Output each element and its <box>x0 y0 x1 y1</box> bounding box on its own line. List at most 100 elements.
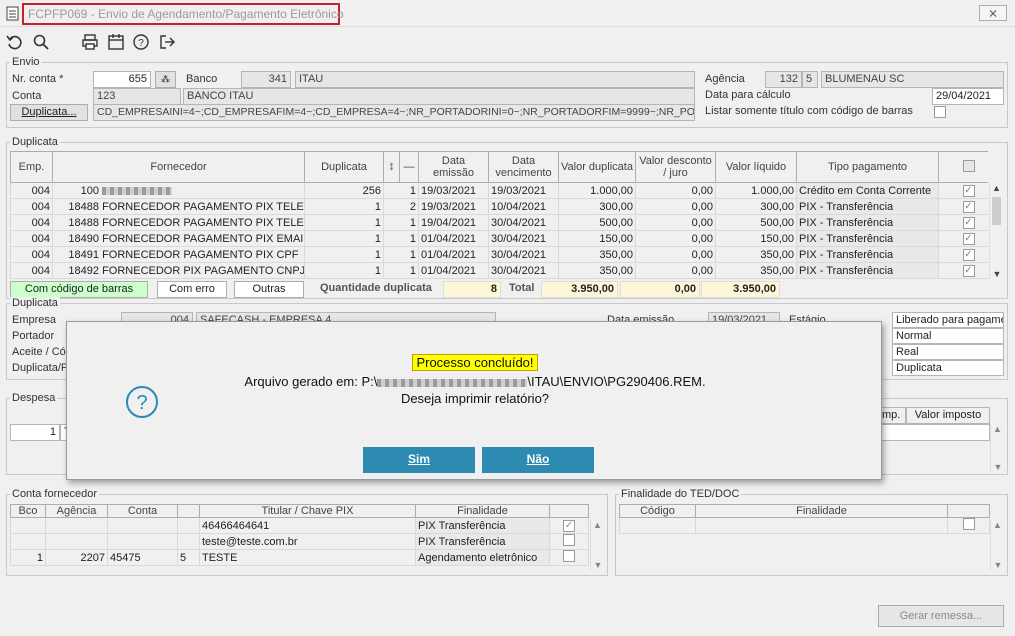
cell-check[interactable]: ✓ <box>938 262 988 279</box>
cell-check[interactable] <box>947 517 990 534</box>
cell-check[interactable]: ✓ <box>549 517 589 534</box>
table-row[interactable]: 1 2207 45475 5 TESTE Agendamento eletrôn… <box>10 549 589 566</box>
cell-valor: 350,00 <box>558 246 636 263</box>
scroll-down-icon[interactable]: ▼ <box>991 560 1005 570</box>
no-button[interactable]: Não <box>482 447 594 473</box>
row-checkbox[interactable]: ✓ <box>962 249 975 261</box>
table-row[interactable]: teste@teste.com.br PIX Transferência <box>10 533 589 550</box>
row-checkbox[interactable] <box>962 518 975 530</box>
cell-forn-nome: FORNECEDOR PAGAMENTO PIX EMAIL <box>102 232 305 245</box>
help-icon[interactable]: ? <box>131 32 151 52</box>
row-checkbox[interactable]: ✓ <box>962 217 975 229</box>
search-icon[interactable] <box>31 32 51 52</box>
col-codigo[interactable]: Código <box>619 504 696 518</box>
row-checkbox[interactable]: ✓ <box>962 233 975 245</box>
table-row[interactable]: 46466464641 PIX Transferência ✓ <box>10 517 589 534</box>
gerar-remessa-button[interactable]: Gerar remessa... <box>878 605 1004 627</box>
nr-conta-lookup-button[interactable]: ⁂ <box>155 71 176 88</box>
print-icon[interactable] <box>80 32 100 52</box>
scroll-up-icon[interactable]: ▲ <box>990 183 1003 193</box>
scroll-down-icon[interactable]: ▼ <box>991 462 1005 472</box>
cell-check[interactable]: ✓ <box>938 182 988 199</box>
col-fornecedor[interactable]: Fornecedor <box>52 151 305 183</box>
duplicata-filter-button[interactable]: Duplicata... <box>10 104 88 121</box>
cell-valor: 150,00 <box>558 230 636 247</box>
cell-parcela: 1 <box>383 182 419 199</box>
col-conta[interactable]: Conta <box>107 504 178 518</box>
table-row[interactable]: 004 18488 FORNECEDOR PAGAMENTO PIX TELEF… <box>10 198 988 215</box>
scroll-up-icon[interactable]: ▲ <box>991 520 1004 530</box>
col-bco[interactable]: Bco <box>10 504 46 518</box>
table-row[interactable] <box>619 517 990 534</box>
cell-emp: 004 <box>10 246 53 263</box>
col-duplicata[interactable]: Duplicata <box>304 151 384 183</box>
duplicata-detail-legend: Duplicata <box>10 297 60 309</box>
col-tipo-pagamento[interactable]: Tipo pagamento <box>796 151 939 183</box>
cell-digito <box>177 533 200 550</box>
close-button[interactable]: ⨯ <box>979 5 1007 21</box>
scroll-up-icon[interactable]: ▲ <box>591 520 604 530</box>
col-sort-icon[interactable]: ⁑ <box>383 151 400 183</box>
row-checkbox[interactable]: ✓ <box>962 201 975 213</box>
conta-scrollbar[interactable]: ▲ ▼ <box>590 520 604 570</box>
portador-label: Portador <box>12 330 55 342</box>
cell-check[interactable] <box>549 533 589 550</box>
col-check[interactable] <box>947 504 990 518</box>
cell-check[interactable]: ✓ <box>938 246 988 263</box>
listar-checkbox[interactable] <box>934 106 946 118</box>
row-checkbox[interactable]: ✓ <box>962 185 975 197</box>
col-data-vencimento[interactable]: Data vencimento <box>488 151 559 183</box>
scroll-thumb[interactable] <box>992 197 1001 225</box>
col-finalidade[interactable]: Finalidade <box>415 504 550 518</box>
table-row[interactable]: 004 100 256 1 19/03/2021 19/03/2021 1.00… <box>10 182 988 199</box>
col-check[interactable] <box>549 504 589 518</box>
col-agencia[interactable]: Agência <box>45 504 108 518</box>
scroll-down-icon[interactable]: ▼ <box>591 560 605 570</box>
conta-fornecedor-grid[interactable]: Bco Agência Conta Titular / Chave PIX Fi… <box>10 504 589 566</box>
conta-label: Conta <box>12 90 42 102</box>
col-data-emissao[interactable]: Data emissão <box>418 151 489 183</box>
cell-liquido: 300,00 <box>715 198 797 215</box>
cell-check[interactable] <box>549 549 589 566</box>
col-finalidade[interactable]: Finalidade <box>695 504 948 518</box>
grid-scrollbar[interactable]: ▲ ▼ <box>989 183 1003 279</box>
cell-cod: 18491 <box>68 248 99 261</box>
col-valor-desconto[interactable]: Valor desconto / juro <box>635 151 716 183</box>
cell-check[interactable]: ✓ <box>938 198 988 215</box>
col-parcela[interactable]: — <box>399 151 419 183</box>
exit-icon[interactable] <box>157 32 177 52</box>
cell-check[interactable]: ✓ <box>938 230 988 247</box>
duplicata-grid[interactable]: Emp. Fornecedor Duplicata ⁑ — Data emiss… <box>10 151 988 281</box>
undo-icon[interactable] <box>5 32 25 52</box>
col-valor-liquido[interactable]: Valor líquido <box>715 151 797 183</box>
cell-bco <box>10 517 46 534</box>
col-select-all[interactable] <box>938 151 988 183</box>
col-emp[interactable]: Emp. <box>10 151 53 183</box>
row-checkbox[interactable]: ✓ <box>962 265 975 277</box>
despesa-scrollbar[interactable]: ▲ ▼ <box>990 424 1004 472</box>
row-checkbox[interactable] <box>563 534 575 546</box>
nr-conta-input[interactable]: 655 <box>93 71 151 88</box>
ted-scrollbar[interactable]: ▲ ▼ <box>990 520 1004 570</box>
table-row[interactable]: 004 18490 FORNECEDOR PAGAMENTO PIX EMAIL… <box>10 230 988 247</box>
despesa-imp-header[interactable]: mp. <box>878 407 906 424</box>
finalidade-ted-grid[interactable]: Código Finalidade <box>619 504 990 534</box>
cell-check[interactable]: ✓ <box>938 214 988 231</box>
table-row[interactable]: 004 18491 FORNECEDOR PAGAMENTO PIX CPF 1… <box>10 246 988 263</box>
cell-emp: 004 <box>10 182 53 199</box>
col-titular[interactable]: Titular / Chave PIX <box>199 504 416 518</box>
select-all-checkbox[interactable] <box>962 159 975 172</box>
table-row[interactable]: 004 18488 FORNECEDOR PAGAMENTO PIX TELEF… <box>10 214 988 231</box>
calendar-icon[interactable] <box>106 32 126 52</box>
data-calculo-input[interactable]: 29/04/2021 <box>932 88 1004 105</box>
row-checkbox[interactable] <box>563 550 575 562</box>
row-checkbox[interactable]: ✓ <box>563 520 575 532</box>
col-digito[interactable] <box>177 504 200 518</box>
total-valor: 3.950,00 <box>541 281 618 298</box>
table-row[interactable]: 004 18492 FORNECEDOR PIX PAGAMENTO CNPJ … <box>10 262 988 279</box>
valor-imposto-header[interactable]: Valor imposto <box>906 407 990 424</box>
yes-button[interactable]: Sim <box>363 447 475 473</box>
scroll-up-icon[interactable]: ▲ <box>991 424 1004 434</box>
col-valor-duplicata[interactable]: Valor duplicata <box>558 151 636 183</box>
scroll-down-icon[interactable]: ▼ <box>990 269 1004 279</box>
